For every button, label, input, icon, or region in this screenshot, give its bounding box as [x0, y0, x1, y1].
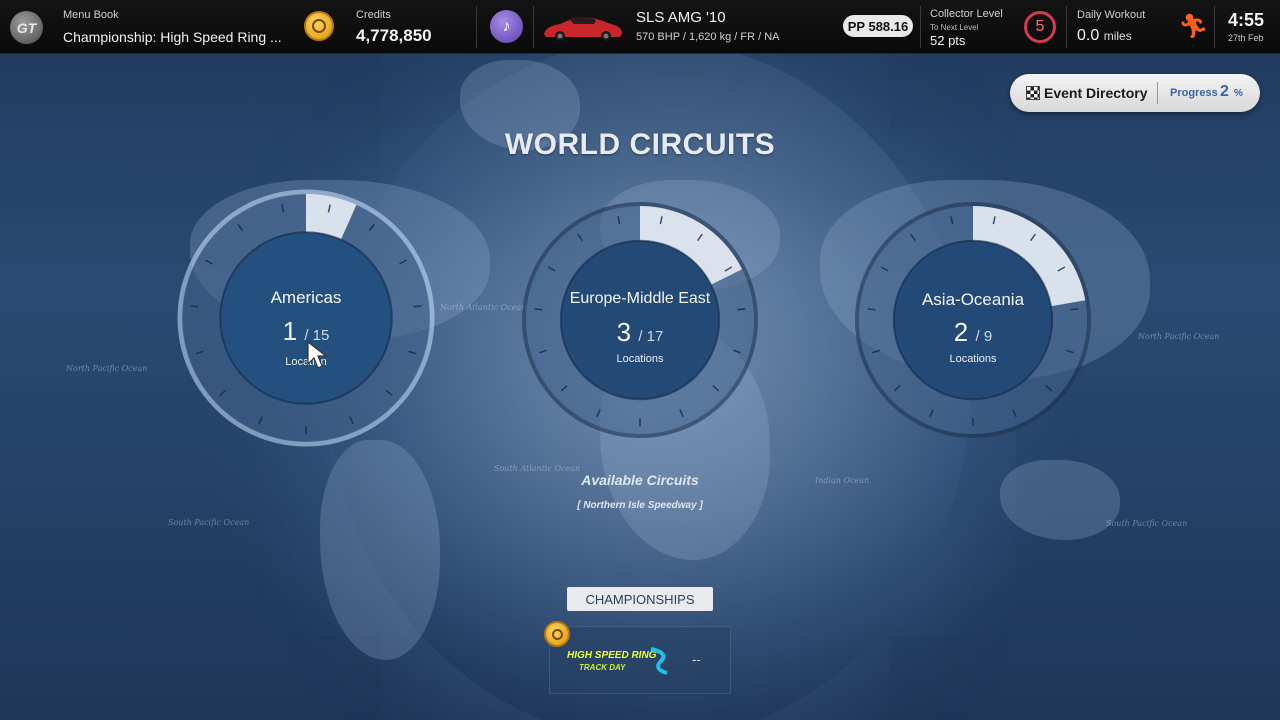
divider — [1157, 82, 1158, 104]
daily-workout-label: Daily Workout — [1077, 9, 1146, 21]
region-count-total: / 17 — [638, 328, 664, 345]
region-count-total: / 9 — [975, 328, 993, 345]
region-sub-label: Locations — [949, 353, 997, 365]
region-count-value: 1 — [282, 316, 298, 346]
music-icon[interactable]: ♪ — [490, 10, 523, 43]
region-dial-americas[interactable]: Americas 1 / 15 Location — [176, 188, 436, 448]
collector-next-label: To Next Level — [930, 23, 979, 32]
divider — [533, 6, 534, 48]
region-dial-europe-middle-east[interactable]: Europe-Middle East 3 / 17 Locations — [520, 200, 760, 440]
region-sub-label: Locations — [616, 353, 664, 365]
dial-tick — [737, 308, 746, 311]
ocean-label: South Pacific Ocean — [168, 518, 250, 527]
championship-result: -- — [692, 652, 701, 667]
menu-book-value[interactable]: Championship: High Speed Ring ... — [63, 29, 282, 45]
logo-line1: HIGH SPEED RING — [567, 650, 657, 661]
workout-unit: miles — [1103, 29, 1132, 43]
divider — [920, 6, 921, 48]
championship-coin-icon — [544, 621, 570, 647]
credits-label: Credits — [356, 9, 391, 21]
credits-coin-icon — [304, 11, 334, 41]
event-directory-button[interactable]: Event Directory Progress 2 % — [1010, 74, 1260, 112]
progress-label: Progress — [1170, 87, 1218, 99]
ocean-label: North Pacific Ocean — [66, 364, 148, 373]
region-name: Asia-Oceania — [921, 290, 1025, 309]
mouse-cursor-icon — [307, 340, 328, 369]
collector-level-badge: 5 — [1024, 11, 1056, 43]
region-count: 2 / 9 — [853, 317, 1093, 348]
region-dial-asia-oceania[interactable]: Asia-Oceania 2 / 9 Locations — [853, 200, 1093, 440]
top-status-bar: GT Menu Book Championship: High Speed Ri… — [0, 0, 1280, 54]
menu-book-label: Menu Book — [63, 9, 119, 21]
ocean-label: South Pacific Ocean — [1106, 519, 1188, 528]
ocean-label: North Pacific Ocean — [1138, 332, 1220, 341]
ocean-label: North Atlantic Ocean — [440, 303, 527, 312]
credits-value: 4,778,850 — [356, 26, 432, 45]
dial-tick — [534, 308, 543, 311]
high-speed-ring-logo[interactable]: HIGH SPEED RING TRACK DAY — [565, 645, 673, 675]
event-directory-label: Event Directory — [1044, 85, 1148, 101]
collector-points: 52 pts — [930, 33, 966, 48]
available-circuit-item[interactable]: [ Northern Isle Speedway ] — [0, 500, 1280, 511]
divider — [1066, 6, 1067, 48]
region-name: Americas — [270, 288, 342, 307]
pp-badge: PP 588.16 — [843, 15, 913, 37]
divider — [1214, 6, 1215, 48]
checkered-flag-icon — [1026, 86, 1040, 100]
daily-workout-value: 0.0 miles — [1077, 27, 1132, 45]
logo-line2: TRACK DAY — [579, 663, 626, 672]
region-count-value: 2 — [953, 317, 969, 347]
available-circuits-title: Available Circuits — [581, 472, 699, 488]
workout-distance: 0.0 — [1077, 27, 1100, 44]
gt-logo-icon[interactable]: GT — [10, 11, 43, 44]
divider — [476, 6, 477, 48]
car-name: SLS AMG '10 — [636, 9, 726, 26]
clock-date: 27th Feb — [1228, 33, 1264, 43]
gt-logo-text: GT — [16, 19, 37, 36]
car-specs: 570 BHP / 1,620 kg / FR / NA — [636, 31, 780, 43]
progress-unit: % — [1234, 88, 1243, 99]
region-name: Europe-Middle East — [569, 290, 711, 307]
progress-value: 2 — [1220, 83, 1229, 100]
region-count: 3 / 17 — [520, 317, 760, 348]
championships-header: CHAMPIONSHIPS — [567, 587, 713, 611]
region-count-value: 3 — [616, 317, 632, 347]
collector-level-label: Collector Level — [930, 8, 1003, 20]
runner-icon: 🏃︎ — [1178, 13, 1209, 40]
clock-time: 4:55 — [1228, 10, 1265, 30]
car-thumbnail-icon[interactable] — [540, 12, 624, 44]
page-title: WORLD CIRCUITS — [504, 128, 776, 161]
